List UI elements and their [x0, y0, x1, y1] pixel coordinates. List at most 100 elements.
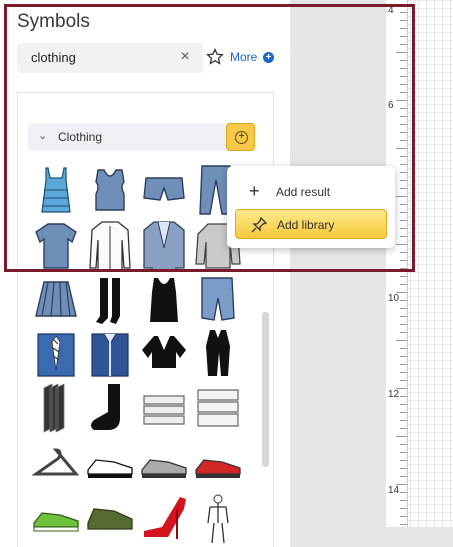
- ruler-tick: [400, 316, 407, 317]
- black-tank-top-symbol[interactable]: [140, 276, 188, 328]
- more-link[interactable]: More: [230, 50, 257, 64]
- ruler-tick: [400, 364, 407, 365]
- ruler-tick: [400, 428, 407, 429]
- ruler-label: 4: [388, 5, 394, 16]
- ruler-tick: [400, 268, 407, 269]
- ruler-tick: [400, 356, 407, 357]
- ruler-tick: [400, 220, 407, 221]
- ruler-label: 6: [388, 100, 394, 111]
- ruler-tick: [400, 12, 407, 13]
- suit-symbol[interactable]: [194, 328, 242, 380]
- ruler-tick: [400, 420, 407, 421]
- star-icon[interactable]: [206, 47, 224, 66]
- vertical-ruler: [386, 0, 408, 527]
- add-library-menu-item[interactable]: Add library: [235, 209, 387, 239]
- chevron-down-icon[interactable]: ⌄: [38, 129, 47, 142]
- ruler-tick: [400, 276, 407, 277]
- ruler-tick: [400, 28, 407, 29]
- ruler-tick: [400, 348, 407, 349]
- ruler-tick: [400, 20, 407, 21]
- ruler-tick: [400, 68, 407, 69]
- pleated-skirt-symbol[interactable]: [32, 276, 80, 328]
- tank-top-symbol[interactable]: [86, 164, 134, 216]
- ruler-tick: [396, 196, 407, 197]
- ruler-tick: [400, 132, 407, 133]
- ruler-tick: [400, 308, 407, 309]
- ruler-tick: [400, 172, 407, 173]
- t-shirt-symbol[interactable]: [32, 220, 80, 272]
- ruler-tick: [400, 476, 407, 477]
- ruler-tick: [400, 468, 407, 469]
- plus-icon: +: [249, 181, 260, 201]
- ruler-tick: [400, 404, 407, 405]
- ruler-tick: [400, 76, 407, 77]
- ruler-tick: [400, 444, 407, 445]
- knee-socks-symbol[interactable]: [86, 276, 134, 328]
- ruler-label: 10: [388, 293, 400, 304]
- ruler-tick: [396, 148, 407, 149]
- ruler-tick: [400, 236, 407, 237]
- ruler-tick: [400, 396, 407, 397]
- menu-item-label: Add library: [277, 218, 335, 232]
- ruler-tick: [400, 188, 407, 189]
- grey-sneaker-symbol[interactable]: [140, 440, 188, 492]
- ruler-tick: [400, 260, 407, 261]
- add-menu: + Add result Add library: [227, 166, 395, 248]
- shorts-symbol[interactable]: [140, 164, 188, 216]
- green-sneaker-symbol[interactable]: [32, 493, 80, 545]
- ruler-tick: [400, 108, 407, 109]
- folded-towels-symbol[interactable]: [140, 382, 188, 434]
- ruler-tick: [400, 524, 407, 525]
- search-input[interactable]: clothing: [31, 50, 76, 65]
- dress-shirt-symbol[interactable]: [86, 220, 134, 272]
- olive-shoe-symbol[interactable]: [86, 493, 134, 545]
- ruler-tick: [400, 500, 407, 501]
- search-field[interactable]: clothing ×: [17, 43, 203, 73]
- hanging-towels-symbol[interactable]: [32, 382, 80, 434]
- plus-circle-icon[interactable]: +: [263, 52, 274, 63]
- red-sneaker-symbol[interactable]: [194, 440, 242, 492]
- group-label: Clothing: [58, 130, 103, 144]
- group-header-clothing[interactable]: ⌄ Clothing: [28, 123, 226, 151]
- ruler-tick: [400, 492, 407, 493]
- human-figure-symbol[interactable]: [194, 493, 242, 545]
- ruler-tick: [400, 380, 407, 381]
- ruler-tick: [400, 452, 407, 453]
- lace-camisole-symbol[interactable]: [32, 164, 80, 216]
- ruler-tick: [400, 228, 407, 229]
- ruler-tick: [400, 372, 407, 373]
- ruler-tick: [400, 284, 407, 285]
- striped-shirt-with-tie-symbol[interactable]: [32, 328, 80, 380]
- ruler-tick: [400, 164, 407, 165]
- ruler-tick: [396, 340, 407, 341]
- jean-shorts-symbol[interactable]: [194, 276, 242, 328]
- sock-symbol[interactable]: [86, 382, 134, 434]
- ruler-label: 12: [388, 389, 400, 400]
- cardigan-symbol[interactable]: [140, 328, 188, 380]
- ruler-tick: [400, 60, 407, 61]
- sneaker-symbol[interactable]: [86, 440, 134, 492]
- coat-hanger-symbol[interactable]: [31, 440, 80, 492]
- ruler-tick: [400, 204, 407, 205]
- ruler-tick: [400, 332, 407, 333]
- close-icon[interactable]: ×: [177, 48, 193, 66]
- dress-shirt-with-tie-symbol[interactable]: [86, 328, 134, 380]
- ruler-tick: [400, 460, 407, 461]
- add-result-menu-item[interactable]: + Add result: [235, 177, 387, 207]
- ruler-tick: [396, 100, 407, 101]
- red-high-heel-symbol[interactable]: [140, 493, 188, 545]
- scrollbar[interactable]: [262, 312, 269, 467]
- ruler-tick: [400, 44, 407, 45]
- ruler-tick: [396, 244, 407, 245]
- ruler-tick: [400, 300, 407, 301]
- pin-icon: [250, 216, 268, 234]
- stacked-towels-symbol[interactable]: [194, 382, 242, 434]
- plus-circle-icon: +: [235, 131, 248, 144]
- symbols-panel: Symbols clothing × More + ⌄ Clothing +: [0, 0, 290, 547]
- add-group-button[interactable]: +: [226, 123, 255, 151]
- panel-title: Symbols: [17, 11, 90, 32]
- blazer-symbol[interactable]: [140, 220, 188, 272]
- ruler-tick: [396, 52, 407, 53]
- ruler-tick: [400, 212, 407, 213]
- ruler-tick: [400, 324, 407, 325]
